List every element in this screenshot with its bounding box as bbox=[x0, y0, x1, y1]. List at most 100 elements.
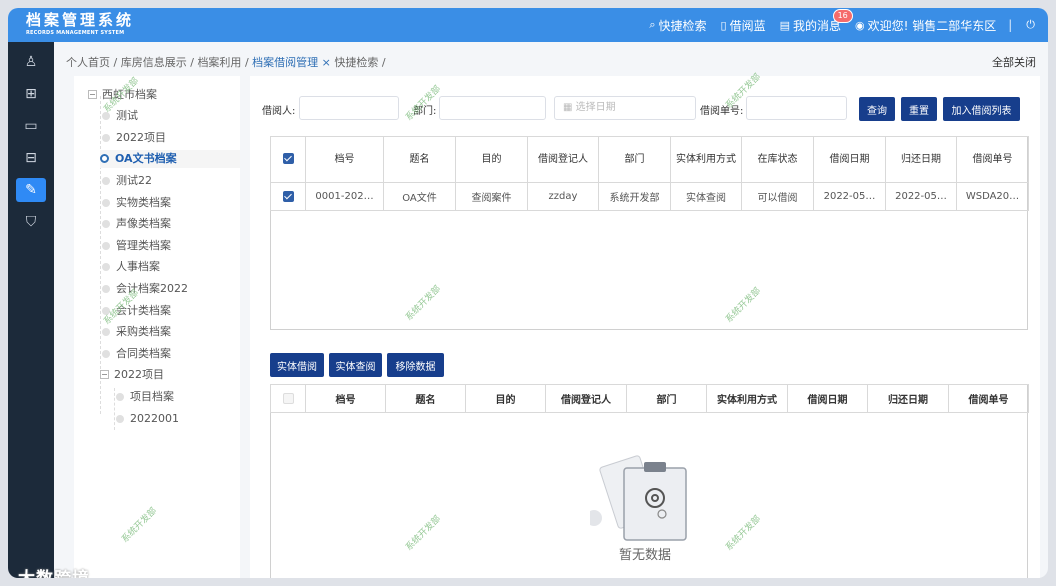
column-header[interactable]: 实体利用方式 bbox=[670, 136, 742, 183]
borrow-basket-link[interactable]: ▯ 借阅蓝 bbox=[721, 17, 766, 34]
tree-item[interactable]: 合同类档案 bbox=[102, 345, 171, 363]
quick-search-link[interactable]: ⌕ 快捷检索 bbox=[649, 17, 706, 34]
empty-state-text: 暂无数据 bbox=[618, 548, 671, 563]
main-panel: 借阅人: 部门: ▦ 选择日期 借阅单号: 查询 重置 加入借阅列表 档号 题名… bbox=[250, 72, 1040, 578]
node-icon bbox=[100, 154, 109, 163]
column-header[interactable]: 档号 bbox=[305, 136, 384, 183]
tree-group[interactable]: 2022项目 bbox=[100, 366, 164, 384]
table-header-row: 档号 题名 目的 借阅登记人 部门 实体利用方式 在库状态 借阅日期 归还日期 … bbox=[270, 136, 1029, 183]
table-cell: WSDA20… bbox=[956, 182, 1029, 211]
tree-item-selected[interactable]: OA文书档案 bbox=[100, 150, 240, 168]
row-select-cell[interactable] bbox=[270, 182, 306, 211]
user-icon[interactable]: ♙ bbox=[16, 50, 46, 74]
tree-item[interactable]: 人事档案 bbox=[102, 258, 160, 276]
close-tab-icon[interactable]: × bbox=[322, 56, 331, 69]
user-menu[interactable]: ◉ 欢迎您! 销售二部华东区 bbox=[855, 17, 996, 34]
column-header[interactable]: 部门 bbox=[598, 136, 671, 183]
tree-item[interactable]: 采购类档案 bbox=[102, 323, 171, 341]
breadcrumb-current[interactable]: 档案借阅管理 bbox=[252, 56, 318, 69]
tree-guide-line bbox=[114, 388, 115, 430]
column-header[interactable]: 题名 bbox=[383, 136, 456, 183]
tree-item[interactable]: 测试22 bbox=[102, 172, 152, 190]
column-header[interactable]: 题名 bbox=[385, 384, 466, 413]
date-picker[interactable]: ▦ 选择日期 bbox=[554, 96, 696, 120]
column-header[interactable]: 目的 bbox=[465, 384, 546, 413]
quick-search-label: 快捷检索 bbox=[658, 18, 707, 33]
breadcrumb-item[interactable]: 档案利用 bbox=[197, 56, 241, 69]
app-logo[interactable]: 档案管理系统 RECORDS MANAGEMENT SYSTEM bbox=[26, 12, 186, 40]
app-window: 档案管理系统 RECORDS MANAGEMENT SYSTEM ⌕ 快捷检索 … bbox=[8, 8, 1048, 578]
node-icon bbox=[102, 199, 110, 207]
reset-button[interactable]: 重置 bbox=[901, 97, 937, 121]
add-to-borrow-list-button[interactable]: 加入借阅列表 bbox=[943, 97, 1020, 121]
column-header[interactable]: 档号 bbox=[305, 384, 386, 413]
tree-item[interactable]: 声像类档案 bbox=[102, 215, 171, 233]
column-header[interactable]: 部门 bbox=[626, 384, 707, 413]
tree-item[interactable]: 管理类档案 bbox=[102, 237, 171, 255]
message-icon: ▤ bbox=[779, 18, 790, 32]
select-all-cell[interactable] bbox=[270, 384, 306, 413]
archive-tree-panel: 西虹市档案 测试 2022项目 OA文书档案 测试22 实物类档案 声像类档案 … bbox=[74, 76, 240, 578]
my-messages-link[interactable]: ▤ 我的消息 16 bbox=[779, 8, 853, 34]
borrow-candidates-table: 档号 题名 目的 借阅登记人 部门 实体利用方式 在库状态 借阅日期 归还日期 … bbox=[270, 136, 1029, 211]
tree-item[interactable]: 实物类档案 bbox=[102, 194, 171, 212]
breadcrumb-item[interactable]: 个人首页 bbox=[66, 56, 110, 69]
column-header[interactable]: 实体利用方式 bbox=[706, 384, 788, 413]
checkbox-checked-icon bbox=[282, 153, 294, 164]
node-icon bbox=[102, 350, 110, 358]
physical-view-button[interactable]: 实体查阅 bbox=[329, 353, 382, 377]
column-header[interactable]: 借阅日期 bbox=[813, 136, 886, 183]
logout-button[interactable]: ⏻ bbox=[1026, 18, 1038, 32]
breadcrumb: 个人首页 / 库房信息展示 / 档案利用 / 档案借阅管理 × 快捷检索 / bbox=[66, 56, 386, 69]
checkbox-disabled-icon bbox=[282, 392, 294, 404]
icon-sidebar: ♙ ⊞ ▭ ⊟ ✎ ⛉ bbox=[8, 42, 54, 578]
order-number-input[interactable] bbox=[746, 96, 847, 120]
column-header[interactable]: 目的 bbox=[455, 136, 528, 183]
query-button[interactable]: 查询 bbox=[859, 97, 895, 121]
brand-overlay: 大数跨境 bbox=[18, 564, 90, 578]
tree-item[interactable]: 2022项目 bbox=[102, 129, 166, 147]
folder-icon[interactable]: ▭ bbox=[16, 114, 46, 138]
node-icon bbox=[102, 134, 110, 142]
column-header[interactable]: 归还日期 bbox=[867, 384, 949, 413]
search-icon: ⌕ bbox=[649, 18, 656, 31]
app-title: 档案管理系统 bbox=[26, 11, 135, 29]
grid-icon[interactable]: ⊞ bbox=[16, 82, 46, 106]
table-cell: 0001-202… bbox=[305, 182, 384, 211]
close-all-button[interactable]: 全部关闭 bbox=[992, 54, 1036, 70]
app-subtitle: RECORDS MANAGEMENT SYSTEM bbox=[26, 30, 125, 36]
column-header[interactable]: 借阅登记人 bbox=[545, 384, 627, 413]
column-header[interactable]: 借阅单号 bbox=[948, 384, 1029, 413]
doc-edit-icon[interactable]: ✎ bbox=[16, 178, 46, 202]
borrower-input[interactable] bbox=[299, 96, 399, 120]
inbox-icon[interactable]: ⊟ bbox=[16, 146, 46, 170]
dept-input[interactable] bbox=[439, 96, 546, 120]
table-cell: 2022-05… bbox=[813, 182, 886, 211]
physical-borrow-button[interactable]: 实体借阅 bbox=[270, 353, 324, 377]
tree-item[interactable]: 会计档案2022 bbox=[102, 280, 188, 298]
top-bar: 档案管理系统 RECORDS MANAGEMENT SYSTEM ⌕ 快捷检索 … bbox=[8, 8, 1048, 42]
column-header[interactable]: 借阅单号 bbox=[956, 136, 1029, 183]
tree-item[interactable]: 项目档案 bbox=[116, 388, 174, 406]
table-cell: 系统开发部 bbox=[598, 182, 671, 211]
power-icon: ⏻ bbox=[1026, 18, 1035, 31]
table-row[interactable]: 0001-202… OA文件 查阅案件 zzday 系统开发部 实体查阅 可以借… bbox=[270, 182, 1029, 211]
node-icon bbox=[102, 242, 110, 250]
table-cell: OA文件 bbox=[383, 182, 456, 211]
table-cell: 查阅案件 bbox=[455, 182, 528, 211]
breadcrumb-item[interactable]: 快捷检索 bbox=[334, 56, 378, 69]
remove-data-button[interactable]: 移除数据 bbox=[387, 353, 444, 377]
shield-icon[interactable]: ⛉ bbox=[16, 210, 46, 234]
node-icon bbox=[102, 328, 110, 336]
column-header[interactable]: 归还日期 bbox=[885, 136, 957, 183]
breadcrumb-item[interactable]: 库房信息展示 bbox=[121, 56, 187, 69]
table-cell: 2022-05… bbox=[885, 182, 957, 211]
nav-divider: | bbox=[1008, 18, 1013, 32]
select-all-cell[interactable] bbox=[270, 136, 306, 183]
tree-item[interactable]: 2022001 bbox=[116, 410, 179, 428]
welcome-text: 欢迎您! 销售二部华东区 bbox=[867, 18, 997, 33]
column-header[interactable]: 借阅日期 bbox=[787, 384, 868, 413]
column-header[interactable]: 在库状态 bbox=[741, 136, 814, 183]
column-header[interactable]: 借阅登记人 bbox=[527, 136, 599, 183]
node-icon bbox=[116, 415, 124, 423]
